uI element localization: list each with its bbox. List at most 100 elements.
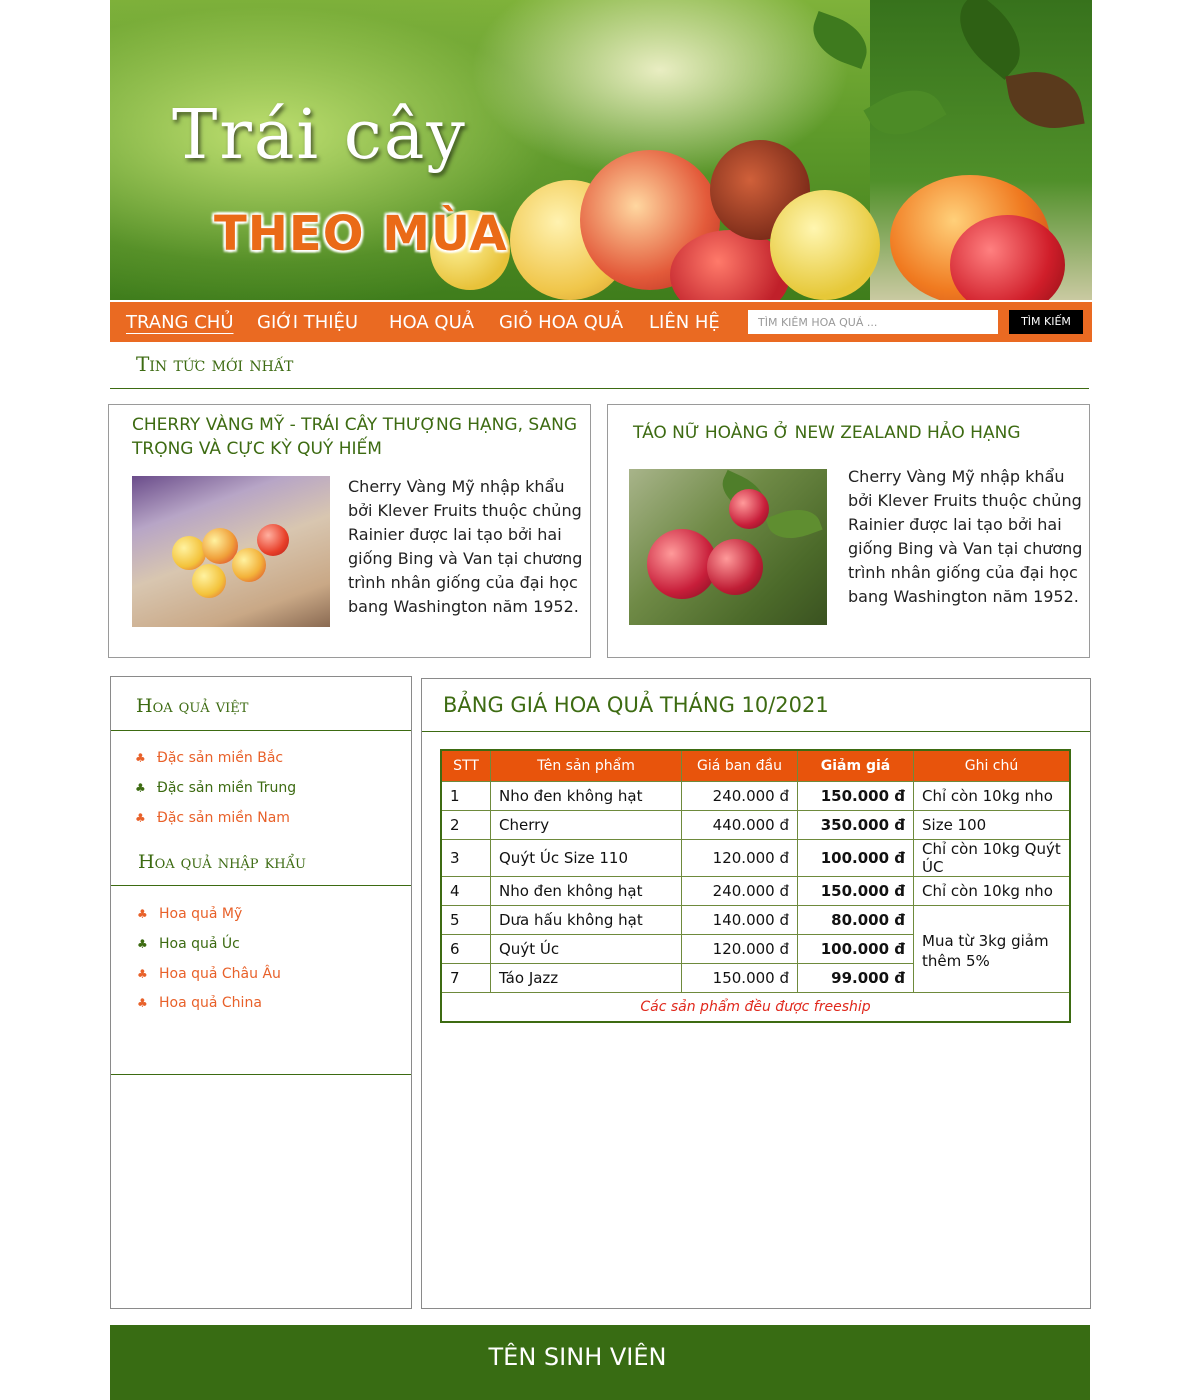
table-footnote: Các sản phẩm đều được freeship	[440, 992, 1071, 1023]
search-input[interactable]	[748, 310, 998, 334]
cell-stt: 4	[440, 876, 491, 906]
cell-price: 440.000 đ	[681, 810, 798, 840]
cell-name: Nho đen không hạt	[490, 876, 682, 906]
sidebar-item-australia[interactable]: ♣ Hoa quả Úc	[137, 936, 240, 952]
column-header-discount: Giảm giá	[797, 749, 914, 782]
cell-discount: 80.000 đ	[797, 905, 914, 935]
news-card[interactable]: CHERRY VÀNG MỸ - TRÁI CÂY THƯỢNG HẠNG, S…	[108, 404, 591, 658]
sidebar-item-label[interactable]: Hoa quả China	[159, 995, 262, 1011]
footer: TÊN SINH VIÊN	[110, 1325, 1090, 1400]
sidebar-item-china[interactable]: ♣ Hoa quả China	[137, 995, 262, 1011]
cell-stt: 3	[440, 839, 491, 877]
apple-image	[629, 469, 827, 625]
cell-stt: 7	[440, 963, 491, 993]
cell-price: 120.000 đ	[681, 934, 798, 964]
table-row: 2 Cherry 440.000 đ 350.000 đ Size 100	[440, 810, 1071, 840]
news-card-text: Cherry Vàng Mỹ nhập khẩu bởi Klever Frui…	[848, 467, 1083, 606]
table-row: 3 Quýt Úc Size 110 120.000 đ 100.000 đ C…	[440, 839, 1071, 877]
sidebar-item-central[interactable]: ♣ Đặc sản miền Trung	[135, 780, 296, 796]
divider	[111, 885, 411, 886]
cell-name: Dưa hấu không hạt	[490, 905, 682, 935]
cell-stt: 1	[440, 781, 491, 811]
cell-stt: 6	[440, 934, 491, 964]
sidebar-item-label[interactable]: Đặc sản miền Trung	[157, 780, 296, 796]
column-header-note: Ghi chú	[913, 749, 1071, 782]
divider	[110, 388, 1089, 389]
nav-about[interactable]: GIỚI THIỆU	[257, 312, 358, 333]
sidebar-item-label[interactable]: Hoa quả Úc	[159, 936, 240, 952]
news-card-text: Cherry Vàng Mỹ nhập khẩu bởi Klever Frui…	[348, 477, 583, 616]
nav-fruits[interactable]: HOA QUẢ	[389, 312, 474, 333]
sidebar-item-south[interactable]: ♣ Đặc sản miền Nam	[135, 810, 290, 826]
banner-title: Trái cây	[172, 96, 467, 175]
cell-discount: 100.000 đ	[797, 934, 914, 964]
cell-note: Chỉ còn 10kg nho	[913, 876, 1071, 906]
news-heading: Tin tức mới nhất	[136, 352, 294, 376]
column-header-stt: STT	[440, 749, 491, 782]
page-title: BẢNG GIÁ HOA QUẢ THÁNG 10/2021	[443, 693, 829, 717]
divider	[422, 731, 1090, 732]
nav-fruit-baskets[interactable]: GIỎ HOA QUẢ	[499, 312, 623, 333]
divider	[111, 730, 411, 731]
cell-name: Cherry	[490, 810, 682, 840]
cell-stt: 2	[440, 810, 491, 840]
cell-discount: 350.000 đ	[797, 810, 914, 840]
cell-discount: 100.000 đ	[797, 839, 914, 877]
column-header-price: Giá ban đầu	[681, 749, 798, 782]
sidebar-item-label[interactable]: Đặc sản miền Nam	[157, 810, 290, 826]
leaf-icon: ♣	[135, 811, 146, 825]
news-card-title[interactable]: CHERRY VÀNG MỸ - TRÁI CÂY THƯỢNG HẠNG, S…	[132, 413, 582, 461]
cell-name: Nho đen không hạt	[490, 781, 682, 811]
leaf-icon: ♣	[137, 937, 148, 951]
main-content: BẢNG GIÁ HOA QUẢ THÁNG 10/2021 STT Tên s…	[421, 678, 1091, 1309]
cell-name: Quýt Úc Size 110	[490, 839, 682, 877]
cell-note: Chỉ còn 10kg Quýt ÚC	[913, 839, 1071, 877]
cell-note: Chỉ còn 10kg nho	[913, 781, 1071, 811]
cell-note-merged: Mua từ 3kg giảm thêm 5%	[913, 905, 1071, 993]
sidebar-item-label[interactable]: Hoa quả Châu Âu	[159, 966, 281, 982]
footer-text: TÊN SINH VIÊN	[488, 1343, 667, 1371]
sidebar-item-label[interactable]: Đặc sản miền Bắc	[157, 750, 283, 766]
cell-price: 240.000 đ	[681, 781, 798, 811]
cell-stt: 5	[440, 905, 491, 935]
cell-price: 150.000 đ	[681, 963, 798, 993]
leaf-icon: ♣	[135, 781, 146, 795]
leaf-icon: ♣	[137, 907, 148, 921]
cell-price: 240.000 đ	[681, 876, 798, 906]
sidebar: Hoa quả việt ♣ Đặc sản miền Bắc ♣ Đặc sản …	[110, 676, 412, 1309]
sidebar-item-usa[interactable]: ♣ Hoa quả Mỹ	[137, 906, 242, 922]
news-card[interactable]: TÁO NỮ HOÀNG Ở NEW ZEALAND HẢO HẠNG Cher…	[607, 404, 1090, 658]
main-nav: TRANG CHỦ GIỚI THIỆU HOA QUẢ GIỎ HOA QUẢ…	[110, 302, 1092, 342]
cell-discount: 150.000 đ	[797, 781, 914, 811]
divider	[111, 1074, 411, 1075]
leaf-icon: ♣	[135, 751, 146, 765]
sidebar-item-europe[interactable]: ♣ Hoa quả Châu Âu	[137, 966, 281, 982]
cell-name: Quýt Úc	[490, 934, 682, 964]
header-banner: Trái cây THEO MÙA	[110, 0, 1092, 300]
table-footer-row: Các sản phẩm đều được freeship	[440, 992, 1071, 1023]
cell-discount: 99.000 đ	[797, 963, 914, 993]
search-button[interactable]: TÌM KIẾM	[1009, 310, 1083, 334]
price-table: STT Tên sản phẩm Giá ban đầu Giảm giá Gh…	[440, 749, 1071, 1023]
nav-contact[interactable]: LIÊN HỆ	[649, 312, 720, 333]
sidebar-heading-imported: Hoa quả nhập khẩu	[138, 851, 306, 873]
cell-price: 140.000 đ	[681, 905, 798, 935]
news-card-title[interactable]: TÁO NỮ HOÀNG Ở NEW ZEALAND HẢO HẠNG	[633, 421, 1083, 445]
table-row: 5 Dưa hấu không hạt 140.000 đ 80.000 đ M…	[440, 905, 1071, 993]
table-row: 4 Nho đen không hạt 240.000 đ 150.000 đ …	[440, 876, 1071, 906]
sidebar-item-north[interactable]: ♣ Đặc sản miền Bắc	[135, 750, 283, 766]
table-row: 1 Nho đen không hạt 240.000 đ 150.000 đ …	[440, 781, 1071, 811]
cherry-image	[132, 476, 330, 627]
cell-price: 120.000 đ	[681, 839, 798, 877]
sidebar-heading-vietnam: Hoa quả việt	[136, 695, 249, 717]
cell-note: Size 100	[913, 810, 1071, 840]
leaf-icon: ♣	[137, 967, 148, 981]
table-header-row: STT Tên sản phẩm Giá ban đầu Giảm giá Gh…	[440, 749, 1071, 782]
nav-home[interactable]: TRANG CHỦ	[126, 312, 234, 333]
leaf-icon: ♣	[137, 996, 148, 1010]
sidebar-item-label[interactable]: Hoa quả Mỹ	[159, 906, 242, 922]
banner-subtitle: THEO MÙA	[214, 206, 508, 262]
cell-name: Táo Jazz	[490, 963, 682, 993]
cell-discount: 150.000 đ	[797, 876, 914, 906]
column-header-name: Tên sản phẩm	[490, 749, 682, 782]
